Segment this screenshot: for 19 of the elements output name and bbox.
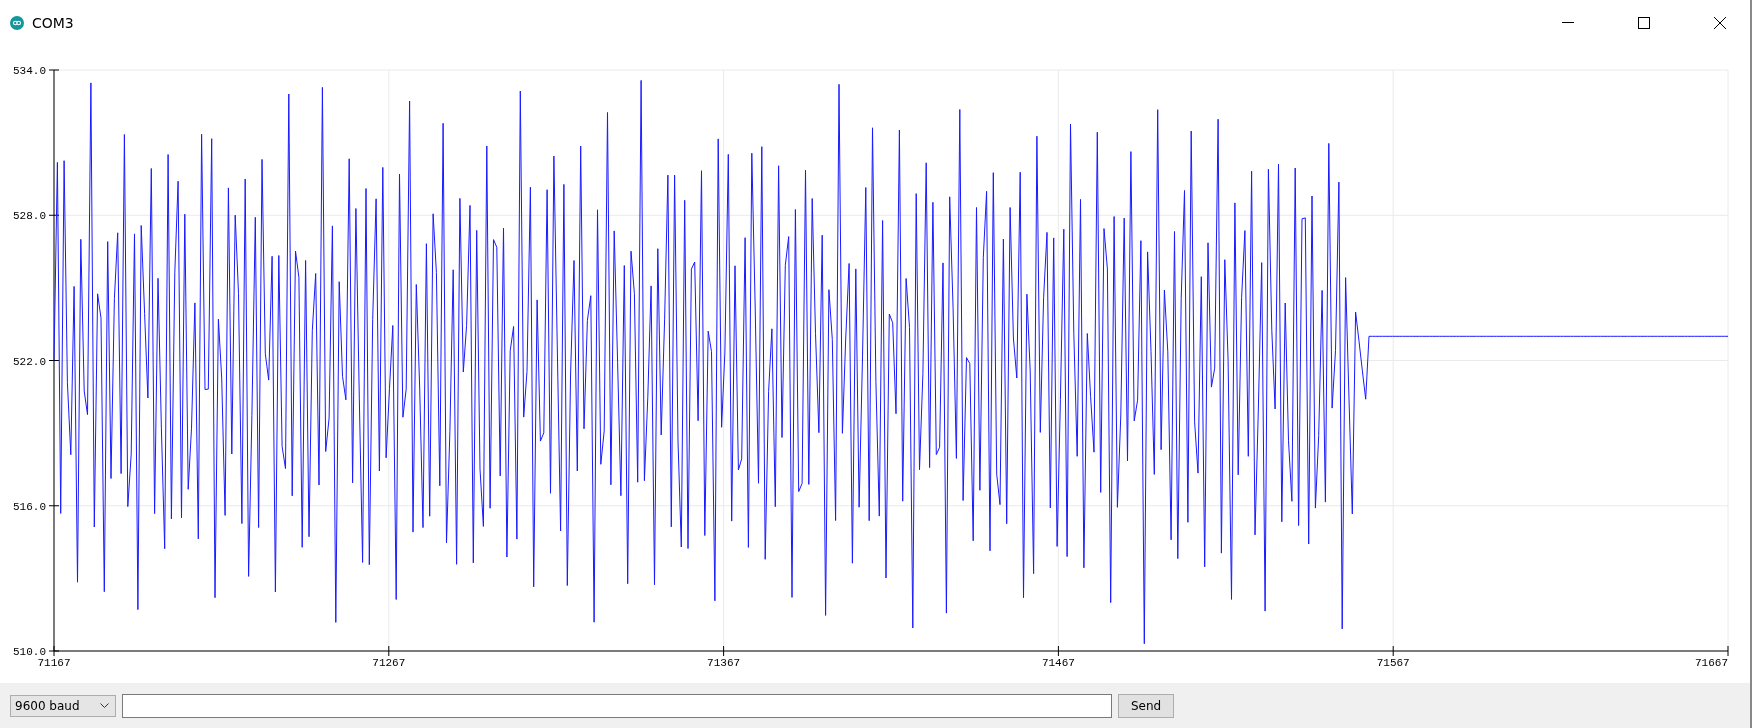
window-title: COM3: [32, 14, 74, 31]
app-logo-icon: [10, 15, 24, 30]
y-axis-label: 528.0: [13, 210, 46, 223]
caret-icon: [100, 703, 109, 708]
maximize-icon[interactable]: [1638, 16, 1650, 29]
y-axis-label: 510.0: [13, 646, 46, 658]
message-input-field[interactable]: [122, 693, 1112, 718]
y-axis-label: 516.0: [13, 500, 46, 513]
x-axis-label: 71367: [707, 657, 741, 669]
x-axis-label: 71667: [1695, 657, 1728, 669]
y-axis-label: 534.0: [13, 65, 46, 77]
baud-rate-dropdown[interactable]: 9600 baud: [10, 694, 116, 717]
send-button[interactable]: Send: [1118, 693, 1174, 718]
x-axis-label: 71167: [37, 657, 71, 669]
x-axis-label: 71567: [1376, 657, 1410, 669]
close-icon[interactable]: [1714, 16, 1726, 29]
x-axis-label: 71467: [1041, 657, 1075, 669]
x-axis-label: 71267: [372, 657, 406, 669]
y-axis-label: 522.0: [13, 355, 46, 368]
